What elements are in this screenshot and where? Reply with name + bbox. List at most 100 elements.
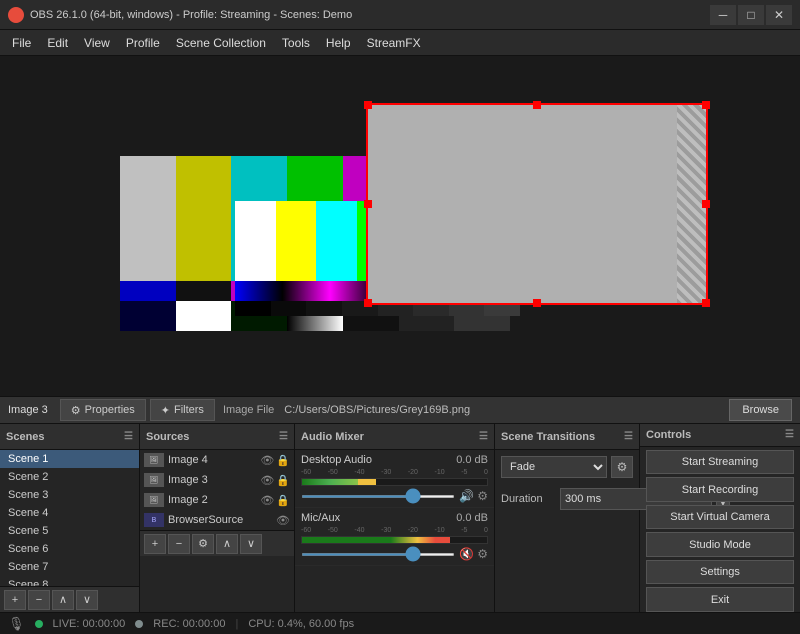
- source-item[interactable]: B BrowserSource 👁: [140, 510, 294, 530]
- source-visibility-icon[interactable]: 👁: [260, 494, 274, 507]
- app-icon: [8, 7, 24, 23]
- filters-icon: ✦: [161, 404, 170, 417]
- desktop-fader[interactable]: [301, 495, 455, 498]
- grey-image: [367, 104, 707, 304]
- start-recording-button[interactable]: Start Recording: [646, 477, 794, 502]
- exit-button[interactable]: Exit: [646, 587, 794, 612]
- source-item[interactable]: 🖼 Image 3 👁 🔒: [140, 470, 294, 490]
- scene-item[interactable]: Scene 3: [0, 486, 139, 504]
- move-scene-up-button[interactable]: ∧: [52, 590, 74, 610]
- source-lock-icon[interactable]: 🔒: [276, 494, 290, 507]
- menu-scene-collection[interactable]: Scene Collection: [168, 32, 274, 54]
- scene-item[interactable]: Scene 1: [0, 450, 139, 468]
- move-source-up-button[interactable]: ∧: [216, 534, 238, 554]
- scene-item[interactable]: Scene 2: [0, 468, 139, 486]
- scenes-header: Scenes ☰: [0, 424, 139, 450]
- settings-button[interactable]: Settings: [646, 560, 794, 585]
- filters-label: Filters: [174, 404, 204, 416]
- desktop-fader-row: 🔊 ⚙: [301, 489, 488, 503]
- scenes-menu-icon[interactable]: ☰: [124, 431, 133, 442]
- controls-menu-icon[interactable]: ☰: [785, 429, 794, 440]
- source-thumb: 🖼: [144, 493, 164, 507]
- cpu-fps-label: CPU: 0.4%, 60.00 fps: [248, 618, 354, 630]
- studio-mode-button[interactable]: Studio Mode: [646, 532, 794, 557]
- source-visibility-icon[interactable]: 👁: [260, 454, 274, 467]
- meter-scale: -60-50-40-30-20-10-50: [301, 469, 488, 476]
- source-visibility-icon[interactable]: 👁: [260, 474, 274, 487]
- transition-type-row: Fade Cut Swipe ⚙: [495, 450, 639, 484]
- filepath-value: C:/Users/OBS/Pictures/Grey169B.png: [284, 404, 725, 416]
- duration-label: Duration: [501, 493, 556, 505]
- menu-file[interactable]: File: [4, 32, 39, 54]
- preview-area: [0, 56, 800, 396]
- window-title: OBS 26.1.0 (64-bit, windows) - Profile: …: [30, 9, 710, 21]
- controls-title: Controls: [646, 429, 691, 441]
- sources-panel: Sources ☰ 🖼 Image 4 👁 🔒 🖼 Image 3 👁 🔒: [140, 424, 295, 612]
- source-item[interactable]: 🖼 Image 2 👁 🔒: [140, 490, 294, 510]
- menu-tools[interactable]: Tools: [274, 32, 318, 54]
- audio-track-desktop: Desktop Audio 0.0 dB -60-50-40-30-20-10-…: [295, 450, 494, 508]
- minimize-button[interactable]: ─: [710, 5, 736, 25]
- add-source-button[interactable]: +: [144, 534, 166, 554]
- sources-menu-icon[interactable]: ☰: [279, 431, 288, 442]
- rec-indicator: [135, 620, 143, 628]
- transition-gear-button[interactable]: ⚙: [611, 456, 633, 478]
- scene-item[interactable]: Scene 4: [0, 504, 139, 522]
- desktop-audio-controls: 🔊 ⚙: [459, 489, 488, 503]
- scene-item[interactable]: Scene 6: [0, 540, 139, 558]
- controls-header: Controls ☰: [640, 424, 800, 447]
- window-controls: ─ □ ✕: [710, 5, 792, 25]
- mic-audio-db: 0.0 dB: [456, 512, 488, 524]
- desktop-audio-label: Desktop Audio: [301, 454, 372, 466]
- filters-button[interactable]: ✦ Filters: [150, 399, 215, 421]
- close-button[interactable]: ✕: [766, 5, 792, 25]
- add-scene-button[interactable]: +: [4, 590, 26, 610]
- menu-profile[interactable]: Profile: [118, 32, 168, 54]
- browse-button[interactable]: Browse: [729, 399, 792, 421]
- move-scene-down-button[interactable]: ∨: [76, 590, 98, 610]
- statusbar: 🎙 LIVE: 00:00:00 REC: 00:00:00 | CPU: 0.…: [0, 612, 800, 634]
- source-visibility-icon[interactable]: 👁: [276, 514, 290, 527]
- mic-mute-button[interactable]: 🔇: [459, 547, 474, 561]
- sources-list: 🖼 Image 4 👁 🔒 🖼 Image 3 👁 🔒 🖼 Image 2: [140, 450, 294, 530]
- scenes-list: Scene 1 Scene 2 Scene 3 Scene 4 Scene 5 …: [0, 450, 139, 586]
- source-item[interactable]: 🖼 Image 4 👁 🔒: [140, 450, 294, 470]
- source-name: BrowserSource: [168, 514, 272, 526]
- desktop-cog-button[interactable]: ⚙: [477, 489, 488, 503]
- audio-menu-icon[interactable]: ☰: [479, 431, 488, 442]
- source-settings-button[interactable]: ⚙: [192, 534, 214, 554]
- mic-fader-row: 🔇 ⚙: [301, 547, 488, 561]
- audio-header: Audio Mixer ☰: [295, 424, 494, 450]
- remove-scene-button[interactable]: −: [28, 590, 50, 610]
- menu-streamfx[interactable]: StreamFX: [359, 32, 429, 54]
- remove-source-button[interactable]: −: [168, 534, 190, 554]
- scene-item[interactable]: Scene 5: [0, 522, 139, 540]
- start-virtual-camera-button[interactable]: Start Virtual Camera: [646, 505, 794, 530]
- mic-status-icon: 🎙: [8, 616, 25, 632]
- transitions-menu-icon[interactable]: ☰: [624, 431, 633, 442]
- transitions-panel: Scene Transitions ☰ Fade Cut Swipe ⚙ Dur…: [495, 424, 640, 612]
- menu-edit[interactable]: Edit: [39, 32, 76, 54]
- start-streaming-button[interactable]: Start Streaming: [646, 450, 794, 475]
- audio-track-header: Mic/Aux 0.0 dB: [301, 512, 488, 524]
- transition-type-select[interactable]: Fade Cut Swipe: [501, 456, 607, 478]
- transitions-title: Scene Transitions: [501, 431, 595, 443]
- mic-fader[interactable]: [301, 553, 455, 556]
- bottom-panels: Scenes ☰ Scene 1 Scene 2 Scene 3 Scene 4…: [0, 424, 800, 612]
- live-indicator: [35, 620, 43, 628]
- source-name: Image 2: [168, 494, 256, 506]
- source-thumb: B: [144, 513, 164, 527]
- move-source-down-button[interactable]: ∨: [240, 534, 262, 554]
- desktop-mute-button[interactable]: 🔊: [459, 489, 474, 503]
- scene-item[interactable]: Scene 7: [0, 558, 139, 576]
- menu-view[interactable]: View: [76, 32, 118, 54]
- infobar: Image 3 ⚙ Properties ✦ Filters Image Fil…: [0, 396, 800, 424]
- maximize-button[interactable]: □: [738, 5, 764, 25]
- source-lock-icon[interactable]: 🔒: [276, 454, 290, 467]
- source-lock-icon[interactable]: 🔒: [276, 474, 290, 487]
- properties-button[interactable]: ⚙ Properties: [60, 399, 146, 421]
- scene-item[interactable]: Scene 8: [0, 576, 139, 586]
- mic-cog-button[interactable]: ⚙: [477, 547, 488, 561]
- menu-help[interactable]: Help: [318, 32, 359, 54]
- source-actions: 👁 🔒: [260, 494, 290, 507]
